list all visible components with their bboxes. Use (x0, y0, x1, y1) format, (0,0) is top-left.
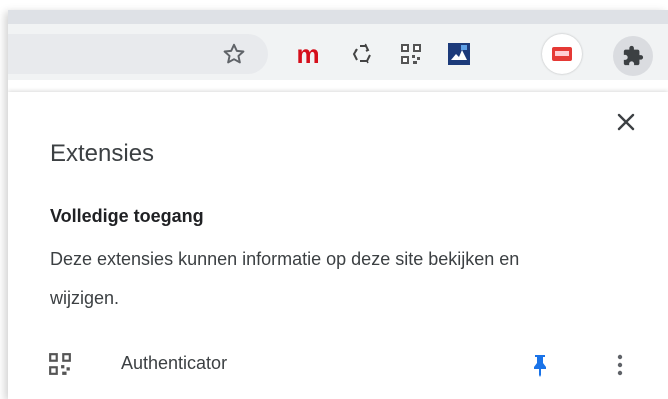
section-title: Volledige toegang (50, 206, 204, 226)
close-icon (617, 113, 635, 131)
more-options-button[interactable] (605, 350, 635, 380)
pdf-extension-icon[interactable] (542, 34, 582, 74)
extension-name: Authenticator (121, 353, 228, 373)
browser-toolbar: m (8, 10, 668, 80)
m-extension-label: m (296, 39, 320, 69)
qr-code-extension-icon[interactable] (396, 39, 426, 69)
extensions-menu-button[interactable] (613, 36, 653, 76)
recycle-extension-icon[interactable] (348, 39, 378, 69)
tab-strip (8, 10, 668, 24)
m-extension-button[interactable]: m (293, 39, 323, 69)
section-description: Deze extensies kunnen informatie op deze… (50, 249, 520, 308)
puzzle-piece-icon (623, 45, 644, 66)
puzzle-image-extension-icon[interactable] (444, 39, 474, 69)
qr-code-icon (48, 352, 74, 378)
close-button[interactable] (612, 108, 640, 136)
bookmark-star-icon[interactable] (219, 39, 249, 69)
pin-button[interactable] (525, 350, 555, 380)
popup-title: Extensies (50, 140, 155, 167)
extension-row-authenticator[interactable]: Authenticator (8, 340, 668, 390)
browser-window: m Extensies Volledige toegang Deze exten… (8, 10, 668, 399)
more-vert-icon (617, 354, 623, 376)
pin-icon (534, 355, 546, 377)
